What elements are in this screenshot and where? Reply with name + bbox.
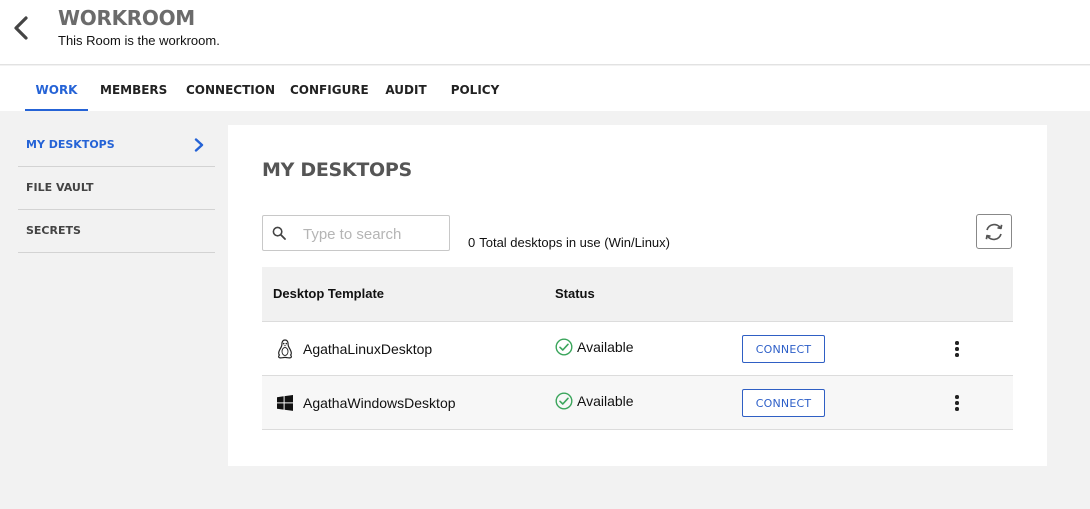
sidebar-item-secrets[interactable]: SECRETS [18, 210, 215, 253]
refresh-button[interactable] [976, 214, 1012, 249]
tab-connection[interactable]: CONNECTION [186, 66, 275, 111]
more-options-button[interactable] [955, 393, 959, 413]
search-icon [272, 226, 286, 240]
tab-bar: WORK MEMBERS CONNECTION CONFIGURE AUDIT … [0, 66, 1090, 111]
kebab-menu-icon [955, 394, 959, 412]
table-header: Desktop Template Status [262, 267, 1013, 322]
status-badge: Available [555, 336, 634, 358]
status-text: Available [577, 393, 634, 409]
chevron-right-icon [194, 138, 204, 152]
search-box[interactable] [262, 215, 450, 251]
chevron-left-icon [14, 16, 28, 40]
connect-button[interactable]: CONNECT [742, 389, 825, 417]
total-desktops-summary: 0 Total desktops in use (Win/Linux) [468, 235, 670, 250]
sidebar-item-label: FILE VAULT [26, 181, 94, 194]
tab-members[interactable]: MEMBERS [100, 66, 167, 111]
total-desktops-label: Total desktops in use (Win/Linux) [479, 235, 670, 250]
column-header-status[interactable]: Status [555, 267, 595, 321]
sidebar-item-label: MY DESKTOPS [26, 138, 115, 151]
tab-work[interactable]: WORK [25, 66, 88, 111]
sidebar-item-my-desktops[interactable]: MY DESKTOPS [18, 124, 215, 167]
connect-button[interactable]: CONNECT [742, 335, 825, 363]
column-header-desktop-template[interactable]: Desktop Template [273, 267, 384, 321]
status-badge: Available [555, 390, 634, 412]
back-button[interactable] [8, 12, 34, 44]
room-title: WORKROOM [58, 6, 195, 30]
sidebar-item-label: SECRETS [26, 224, 81, 237]
desktops-table: Desktop Template Status AgathaLinuxDeskt… [262, 267, 1013, 430]
room-header: WORKROOM This Room is the workroom. [0, 0, 1090, 65]
more-options-button[interactable] [955, 339, 959, 359]
kebab-menu-icon [955, 340, 959, 358]
desktop-name: AgathaLinuxDesktop [303, 341, 433, 357]
tab-policy[interactable]: POLICY [449, 66, 501, 111]
search-input[interactable] [303, 222, 443, 246]
check-circle-icon [555, 338, 573, 356]
page-title: MY DESKTOPS [262, 159, 412, 181]
room-description: This Room is the workroom. [58, 33, 220, 48]
linux-icon [278, 339, 292, 359]
table-row: AgathaLinuxDesktop Available CONNECT [262, 322, 1013, 376]
desktop-name: AgathaWindowsDesktop [303, 395, 456, 411]
windows-icon [277, 395, 293, 411]
table-row: AgathaWindowsDesktop Available CONNECT [262, 376, 1013, 430]
sidebar-item-file-vault[interactable]: FILE VAULT [18, 167, 215, 210]
tab-configure[interactable]: CONFIGURE [290, 66, 369, 111]
sidebar: MY DESKTOPS FILE VAULT SECRETS [18, 124, 215, 253]
tab-audit[interactable]: AUDIT [384, 66, 428, 111]
refresh-icon [985, 223, 1003, 240]
total-desktops-count: 0 [468, 235, 476, 250]
status-text: Available [577, 339, 634, 355]
check-circle-icon [555, 392, 573, 410]
desktops-panel: MY DESKTOPS 0Total desktops in use (Win/… [228, 125, 1047, 466]
